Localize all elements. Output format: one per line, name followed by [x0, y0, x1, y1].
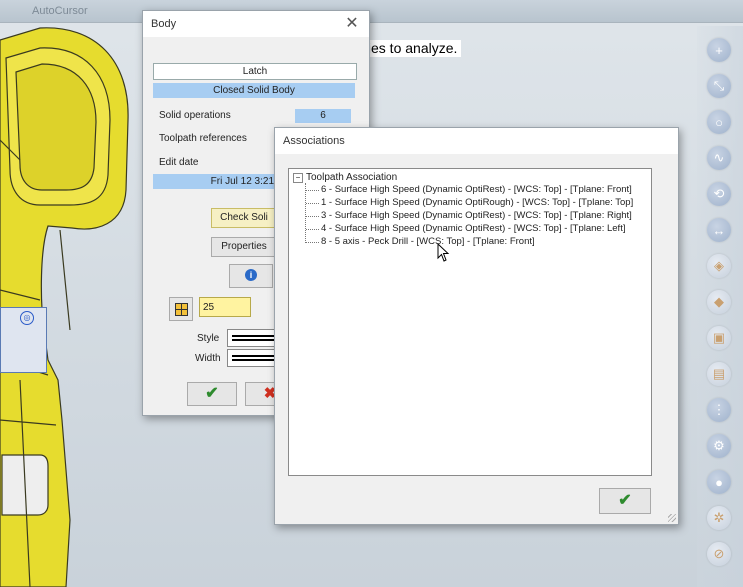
association-tree[interactable]: − Toolpath Association 6 - Surface High S… — [288, 168, 652, 476]
solid-operations-value: 6 — [295, 109, 351, 123]
tree-connector — [306, 242, 319, 243]
layers-icon[interactable]: ▣ — [707, 326, 731, 350]
info-icon: i — [245, 269, 257, 281]
rotate-icon[interactable]: ⟲ — [707, 182, 731, 206]
selection-marker-icon: ◎ — [20, 311, 34, 325]
selected-face-highlight[interactable]: ◎ — [0, 307, 47, 373]
color-number-field[interactable]: 25 — [199, 297, 251, 317]
edit-date-label: Edit date — [159, 157, 199, 168]
tree-connector — [306, 229, 319, 230]
forbid-icon[interactable]: ⊘ — [707, 542, 731, 566]
toolpath-references-label: Toolpath references — [159, 133, 247, 144]
stack-icon[interactable]: ▤ — [707, 362, 731, 386]
checkmark-icon: ✔ — [618, 492, 632, 509]
tree-connector — [306, 216, 319, 217]
properties-button[interactable]: Properties — [211, 237, 277, 257]
tool-icon[interactable]: ⋮ — [707, 398, 731, 422]
sphere-icon[interactable]: ● — [707, 470, 731, 494]
tree-root[interactable]: − Toolpath Association — [293, 172, 397, 183]
body-type-field: Closed Solid Body — [153, 83, 355, 98]
mouse-cursor-icon — [437, 243, 450, 262]
color-picker-button[interactable] — [169, 297, 193, 321]
dimension-icon[interactable]: ↔ — [707, 218, 731, 242]
tree-root-label: Toolpath Association — [306, 172, 398, 183]
plus-icon[interactable]: + — [707, 38, 731, 62]
associations-dialog: Associations − Toolpath Association 6 - S… — [274, 127, 679, 525]
associations-dialog-title: Associations — [275, 128, 678, 154]
tree-connector — [306, 190, 319, 191]
close-icon[interactable]: ✕ — [343, 15, 361, 33]
tree-item[interactable]: 3 - Surface High Speed (Dynamic OptiRest… — [321, 210, 632, 221]
tree-connector — [306, 203, 319, 204]
part-inner-pocket — [15, 63, 97, 191]
gear-icon[interactable]: ⚙ — [707, 434, 731, 458]
grid-icon — [174, 303, 188, 316]
tree-item[interactable]: 1 - Surface High Speed (Dynamic OptiRoug… — [321, 197, 633, 208]
body-name-field[interactable]: Latch — [153, 63, 357, 80]
checkmark-icon: ✔ — [205, 385, 219, 402]
circle-icon[interactable]: ○ — [707, 110, 731, 134]
style-label: Style — [197, 333, 220, 344]
tree-item[interactable]: 4 - Surface High Speed (Dynamic OptiRest… — [321, 223, 625, 234]
ok-button[interactable]: ✔ — [187, 382, 237, 406]
collapse-icon[interactable]: − — [293, 173, 303, 183]
solid-icon[interactable]: ◆ — [707, 290, 731, 314]
check-solid-button[interactable]: Check Soli — [211, 208, 277, 228]
settings-icon[interactable]: ✲ — [707, 506, 731, 530]
body-dialog-title: Body — [143, 11, 369, 37]
info-button[interactable]: i — [229, 264, 273, 288]
tree-guide-line — [305, 183, 306, 243]
width-label: Width — [195, 353, 221, 364]
solid-operations-label: Solid operations — [159, 110, 231, 121]
tree-item[interactable]: 6 - Surface High Speed (Dynamic OptiRest… — [321, 184, 632, 195]
resize-grip[interactable] — [668, 514, 676, 522]
axis-icon[interactable]: ⤡ — [707, 74, 731, 98]
associations-ok-button[interactable]: ✔ — [599, 488, 651, 514]
surface-icon[interactable]: ◈ — [707, 254, 731, 278]
curve-icon[interactable]: ∿ — [707, 146, 731, 170]
tree-item[interactable]: 8 - 5 axis - Peck Drill - [WCS: Top] - [… — [321, 236, 535, 247]
prompt-text: ties to analyze. — [362, 40, 462, 57]
right-toolbar: + ⤡ ○ ∿ ⟲ ↔ ◈ ◆ ▣ ▤ ⋮ ⚙ ● ✲ ⊘ — [697, 26, 743, 587]
